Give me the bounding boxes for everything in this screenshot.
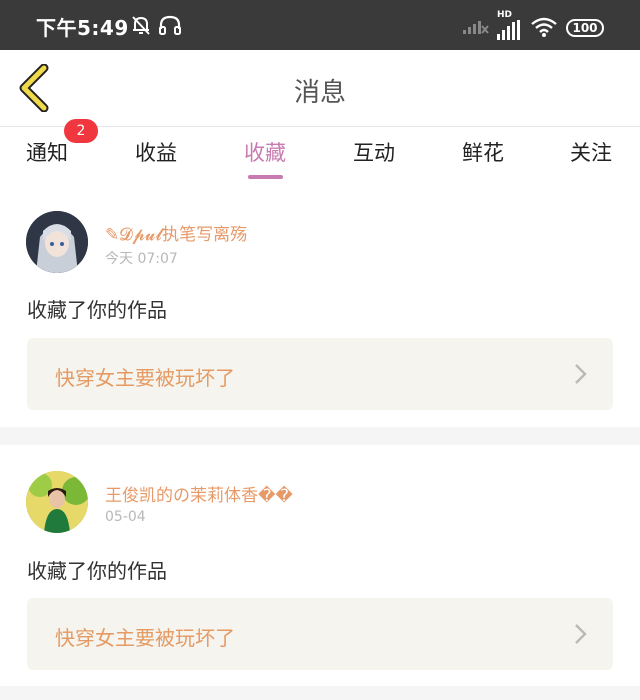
notification-badge: 2 xyxy=(64,119,98,143)
work-title: 快穿女主要被玩坏了 xyxy=(55,626,235,650)
status-time: 下午5:49 xyxy=(36,16,129,40)
chevron-right-icon xyxy=(575,624,587,644)
message-time: 05-04 xyxy=(105,509,146,525)
wifi-icon xyxy=(531,17,557,37)
tab-earnings[interactable]: 收益 xyxy=(135,137,177,167)
divider xyxy=(0,686,640,700)
avatar-image xyxy=(26,211,88,273)
bell-muted-icon xyxy=(132,16,150,35)
work-link[interactable]: 快穿女主要被玩坏了 xyxy=(27,338,613,410)
message-time: 今天 07:07 xyxy=(105,251,178,267)
avatar-image xyxy=(26,471,88,533)
message-action: 收藏了你的作品 xyxy=(27,298,167,322)
avatar[interactable] xyxy=(26,211,88,273)
username[interactable]: 王俊凯的の茉莉体香�� xyxy=(105,481,293,506)
chevron-right-icon xyxy=(575,364,587,384)
battery-icon: 100 xyxy=(566,19,604,37)
page-title: 消息 xyxy=(293,78,346,108)
status-bar: 下午5:49 HD 100 xyxy=(0,0,640,50)
tab-favorites[interactable]: 收藏 xyxy=(244,137,286,167)
signal-weak-icon xyxy=(463,21,489,34)
message-card: ✎𝓓𝓹𝓾𝓵执笔写离殇 今天 07:07 收藏了你的作品 快穿女主要被玩坏了 xyxy=(0,190,640,427)
tab-flowers[interactable]: 鲜花 xyxy=(462,137,504,167)
work-link[interactable]: 快穿女主要被玩坏了 xyxy=(27,598,613,670)
headset-icon xyxy=(159,15,181,35)
signal-icon xyxy=(497,20,520,40)
message-action: 收藏了你的作品 xyxy=(27,559,167,583)
work-title: 快穿女主要被玩坏了 xyxy=(55,366,235,390)
message-card: 王俊凯的の茉莉体香�� 05-04 收藏了你的作品 快穿女主要被玩坏了 xyxy=(0,445,640,685)
tab-following[interactable]: 关注 xyxy=(570,137,612,167)
divider xyxy=(0,427,640,445)
active-tab-indicator xyxy=(248,175,283,179)
tab-notifications[interactable]: 通知 xyxy=(26,137,68,167)
tab-interactions[interactable]: 互动 xyxy=(353,137,395,167)
username[interactable]: ✎𝓓𝓹𝓾𝓵执笔写离殇 xyxy=(105,220,247,245)
network-type: HD xyxy=(497,10,513,20)
avatar[interactable] xyxy=(26,471,88,533)
app-header: 消息 xyxy=(0,50,640,127)
